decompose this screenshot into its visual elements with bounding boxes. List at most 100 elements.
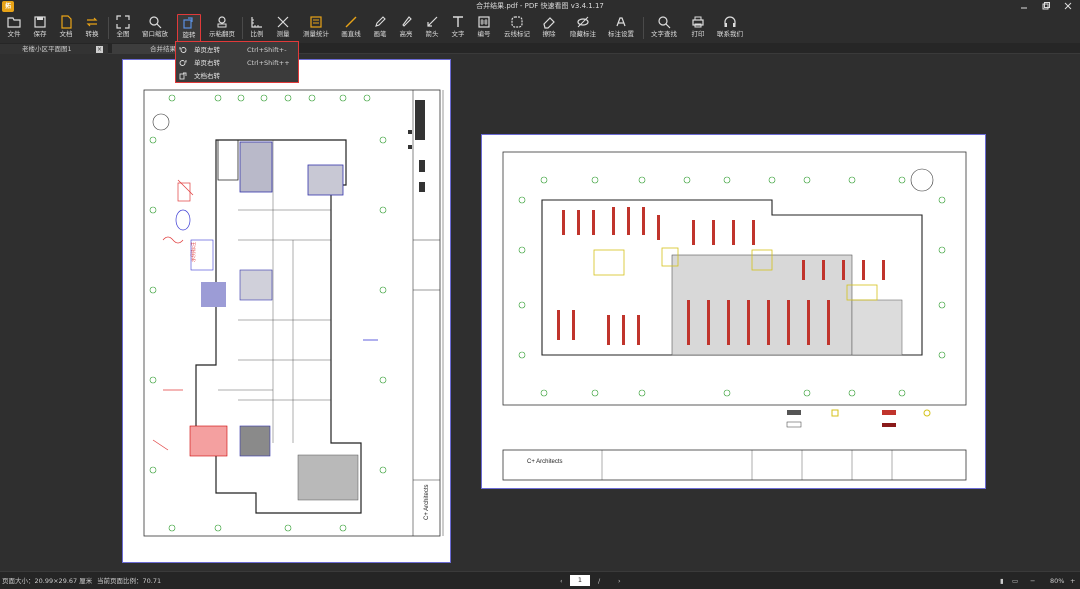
prev-page-icon[interactable]: ‹ — [560, 572, 563, 589]
rotate-label: 旋转 — [182, 31, 196, 39]
text-search-label: 文字查找 — [651, 30, 677, 38]
title-bar: 拓 合并结果.pdf - PDF 快速看图 v3.4.1.17 — [0, 0, 1080, 13]
stamp-icon — [217, 16, 227, 28]
single-page-view-icon[interactable]: ▮ — [1000, 572, 1004, 589]
menu-item-label: 文档右转 — [194, 72, 220, 80]
hide-marks-label: 隐藏标注 — [570, 30, 596, 38]
menu-item-rotate-left[interactable]: 单页左转 Ctrl+Shift+- — [176, 44, 297, 56]
tab-merge-result[interactable]: 合并结果 — [112, 44, 182, 54]
menu-item-shortcut: Ctrl+Shift++ — [247, 59, 290, 67]
contact-button[interactable]: 联系我们 — [714, 14, 746, 42]
arrow-icon — [427, 16, 438, 27]
print-button[interactable]: 打印 — [687, 14, 709, 42]
doc-label: 文档 — [59, 30, 73, 38]
print-icon — [692, 16, 704, 28]
app-window: 拓 合并结果.pdf - PDF 快速看图 v3.4.1.17 文件 保存 文档… — [0, 0, 1080, 589]
pen-button[interactable]: 画笔 — [369, 14, 391, 42]
floor-plan-drawing-1: 示例标注 C+ Architects — [143, 89, 444, 537]
search-icon — [658, 16, 671, 29]
page-extract-button[interactable]: 示粘翻页 — [207, 14, 237, 42]
ratio-button[interactable]: 比例 — [246, 14, 268, 42]
rotate-button[interactable]: 旋转 — [177, 14, 201, 42]
number-label: 编号 — [477, 30, 491, 38]
print-label: 打印 — [691, 30, 705, 38]
two-page-view-icon[interactable]: ▭ — [1012, 572, 1018, 589]
page-2[interactable]: C+ Architects — [481, 134, 986, 489]
settings-icon — [616, 17, 626, 27]
menu-item-rotate-right[interactable]: 单页右转 Ctrl+Shift++ — [176, 57, 297, 69]
line-button[interactable]: 画直线 — [339, 14, 363, 42]
menu-item-rotate-document[interactable]: 文档右转 — [176, 70, 297, 82]
document-tabs: 老楼小区平面图1 × 合并结果 — [0, 43, 1080, 54]
page-extract-label: 示粘翻页 — [209, 30, 235, 38]
text-label: 文字 — [451, 30, 465, 38]
convert-button[interactable]: 转换 — [81, 14, 103, 42]
number-button[interactable]: 编号 — [473, 14, 495, 42]
menu-item-label: 单页左转 — [194, 46, 220, 54]
arrow-button[interactable]: 箭头 — [421, 14, 443, 42]
file-button[interactable]: 文件 — [3, 14, 25, 42]
eraser-icon — [543, 17, 555, 29]
ratio-label: 比例 — [250, 30, 264, 38]
tab-label: 合并结果 — [150, 45, 176, 53]
close-tab-icon[interactable]: × — [96, 46, 103, 53]
zoom-in-icon[interactable]: + — [1070, 572, 1075, 589]
cloud-icon — [511, 16, 523, 28]
menu-item-label: 单页右转 — [194, 59, 220, 67]
current-page-input[interactable]: 1 — [570, 575, 590, 586]
window-title: 合并结果.pdf - PDF 快速看图 v3.4.1.17 — [476, 2, 604, 10]
save-icon — [34, 16, 46, 28]
text-button[interactable]: 文字 — [447, 14, 469, 42]
zoom-out-icon[interactable]: − — [1030, 572, 1035, 589]
line-label: 画直线 — [341, 30, 361, 38]
doc-rotate-icon — [179, 72, 187, 80]
cloud-label: 云线标记 — [504, 30, 530, 38]
main-toolbar: 文件 保存 文档 转换 全图 窗口缩放 旋转 示粘翻页 比例 测量 测量统计 画… — [0, 13, 1080, 43]
pen-label: 画笔 — [373, 30, 387, 38]
next-page-icon[interactable]: › — [618, 572, 621, 589]
save-button[interactable]: 保存 — [29, 14, 51, 42]
toolbar-divider — [643, 17, 644, 39]
cloud-button[interactable]: 云线标记 — [501, 14, 533, 42]
measure-icon — [277, 16, 289, 28]
document-icon — [61, 15, 72, 29]
hide-icon — [577, 16, 589, 28]
erase-button[interactable]: 擦除 — [538, 14, 560, 42]
minimize-button[interactable] — [1018, 1, 1030, 12]
highlight-button[interactable]: 高亮 — [395, 14, 417, 42]
tab-old-plan[interactable]: 老楼小区平面图1 × — [0, 44, 108, 54]
toolbar-divider — [108, 17, 109, 39]
maximize-button[interactable] — [1040, 1, 1052, 12]
doc-button[interactable]: 文档 — [55, 14, 77, 42]
measure-button[interactable]: 测量 — [272, 14, 294, 42]
status-bar: 页面大小：20.99×29.67 厘米 当前页面比例：70.71 ‹ 1 / 2… — [0, 571, 1080, 589]
convert-label: 转换 — [85, 30, 99, 38]
arrow-label: 箭头 — [425, 30, 439, 38]
page-1[interactable]: 示例标注 C+ Architects — [122, 59, 451, 563]
ruler-icon — [251, 17, 262, 28]
headset-icon — [724, 16, 736, 27]
fullscreen-icon — [116, 15, 130, 29]
floor-plan-drawing-2: C+ Architects — [502, 151, 967, 481]
contact-label: 联系我们 — [717, 30, 743, 38]
close-button[interactable] — [1062, 1, 1074, 12]
stat-button[interactable]: 测量统计 — [301, 14, 331, 42]
total-pages: / 2 — [598, 577, 601, 585]
text-search-button[interactable]: 文字查找 — [649, 14, 679, 42]
window-zoom-button[interactable]: 窗口缩放 — [140, 14, 170, 42]
hide-marks-button[interactable]: 隐藏标注 — [567, 14, 599, 42]
stat-label: 测量统计 — [303, 30, 329, 38]
fullview-button[interactable]: 全图 — [112, 14, 134, 42]
convert-icon — [86, 17, 98, 27]
rotate-left-icon — [179, 47, 187, 53]
stat-icon — [310, 16, 322, 28]
minimize-icon — [1021, 7, 1027, 9]
zoom-level[interactable]: 80% — [1050, 572, 1064, 589]
mark-settings-button[interactable]: 标注设置 — [605, 14, 637, 42]
number-icon — [478, 16, 490, 28]
firm-name-page-2: C+ Architects — [527, 459, 563, 465]
toolbar-divider — [242, 17, 243, 39]
document-canvas[interactable]: 示例标注 C+ Architects C+ Architects — [0, 54, 1080, 571]
erase-label: 擦除 — [542, 30, 556, 38]
file-label: 文件 — [7, 30, 21, 38]
